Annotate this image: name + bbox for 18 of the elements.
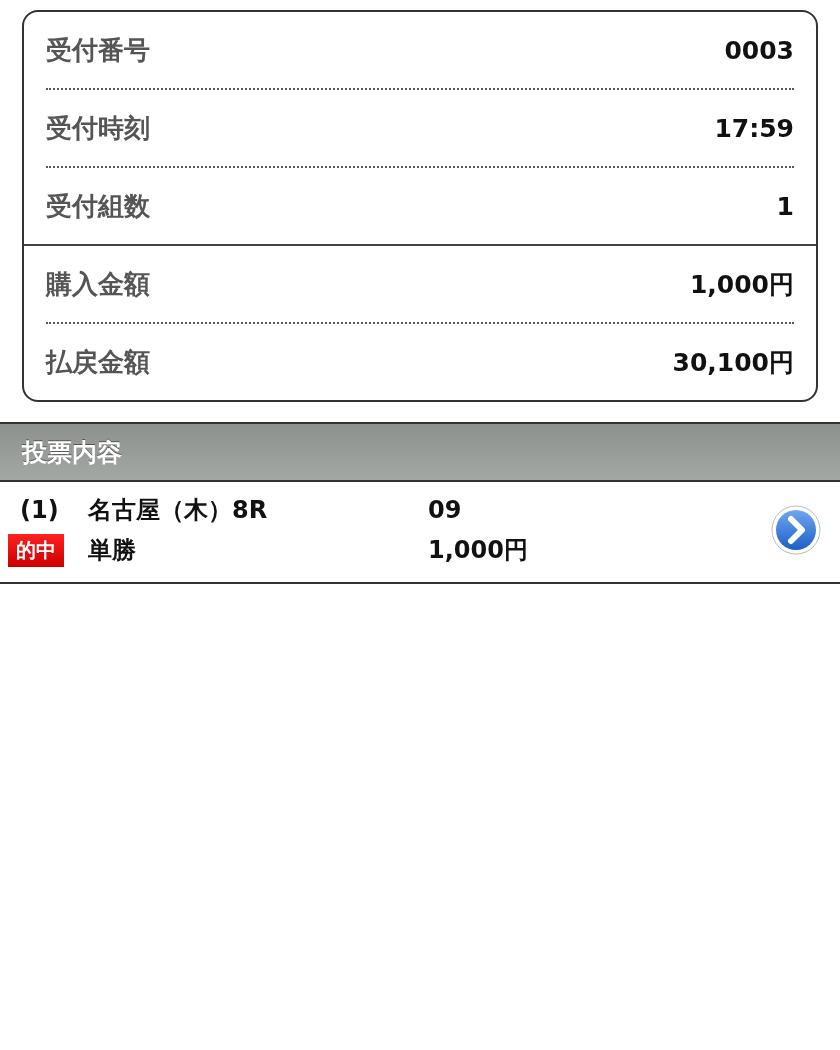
- field-label: 払戻金額: [46, 345, 150, 379]
- field-label: 購入金額: [46, 267, 150, 301]
- field-value: 17:59: [714, 113, 794, 143]
- field-label: 受付番号: [46, 33, 150, 67]
- field-value: 0003: [724, 35, 794, 65]
- bet-index: (1): [19, 496, 60, 524]
- bet-amount: 1,000円: [428, 535, 529, 566]
- field-label: 受付時刻: [46, 111, 150, 145]
- section-title: 投票内容: [22, 436, 122, 469]
- race-name: 名古屋（木）8R: [88, 495, 269, 526]
- field-label: 受付組数: [46, 189, 150, 223]
- bet-type: 単勝: [88, 535, 137, 566]
- chevron-right-icon[interactable]: [770, 504, 822, 556]
- field-value: 1: [776, 191, 794, 221]
- field-value: 30,100円: [672, 346, 794, 379]
- bet-selection: 09: [428, 496, 463, 524]
- hit-badge: 的中: [8, 533, 64, 567]
- field-value: 1,000円: [689, 268, 794, 301]
